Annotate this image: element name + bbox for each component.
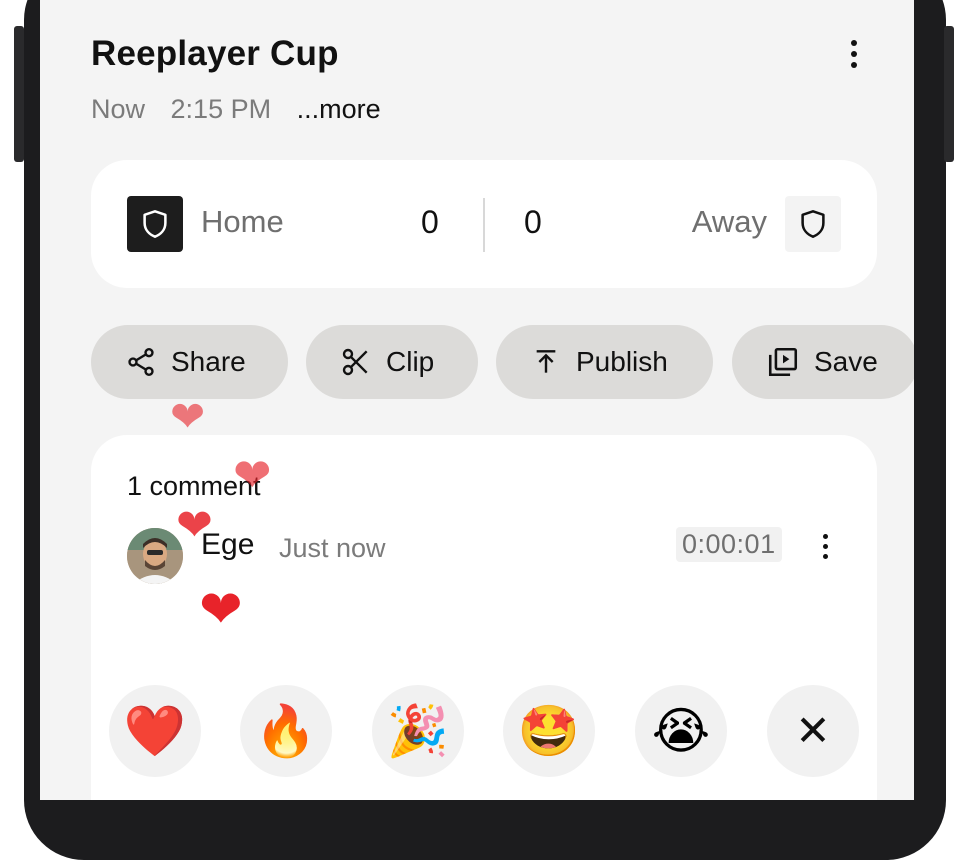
- score-divider: [483, 198, 485, 252]
- save-label: Save: [814, 346, 878, 377]
- clip-button[interactable]: Clip: [306, 325, 478, 399]
- meta-day: Now: [91, 94, 146, 124]
- away-team-name: Away: [691, 204, 767, 239]
- reaction-heart-button[interactable]: ❤️: [109, 685, 201, 777]
- away-team-logo: [785, 196, 841, 252]
- reaction-fire-button[interactable]: 🔥: [240, 685, 332, 777]
- scoreboard-card: Home 0 0 Away: [91, 160, 877, 288]
- home-team-logo: [127, 196, 183, 252]
- share-label: Share: [171, 346, 246, 377]
- reaction-party-button[interactable]: 🎉: [372, 685, 464, 777]
- power-button: [944, 26, 954, 162]
- avatar[interactable]: [127, 528, 183, 584]
- comment-video-timestamp[interactable]: 0:00:01: [676, 527, 782, 562]
- reaction-crying-button[interactable]: 😭: [635, 685, 727, 777]
- save-button[interactable]: Save: [732, 325, 914, 399]
- app-screen: Reeplayer Cup Now 2:15 PM ...more Home 0…: [40, 0, 914, 800]
- share-button[interactable]: Share: [91, 325, 288, 399]
- comment-count: 1 comment: [127, 471, 261, 501]
- video-library-icon: [768, 347, 798, 377]
- shield-icon: [143, 210, 167, 238]
- scissors-icon: [342, 348, 368, 376]
- comment-options-icon[interactable]: [811, 526, 839, 566]
- volume-button: [14, 26, 24, 162]
- event-meta: Now 2:15 PM ...more: [91, 94, 399, 125]
- away-score: 0: [524, 204, 542, 240]
- clip-label: Clip: [386, 346, 435, 377]
- publish-label: Publish: [576, 346, 668, 377]
- publish-button[interactable]: Publish: [496, 325, 713, 399]
- floating-heart: ❤: [170, 392, 206, 441]
- more-options-icon[interactable]: [840, 34, 868, 74]
- shield-icon: [801, 210, 825, 238]
- share-icon: [128, 348, 154, 376]
- reaction-star-struck-button[interactable]: 🤩: [503, 685, 595, 777]
- upload-icon: [536, 350, 556, 373]
- comment-time: Just now: [279, 533, 386, 563]
- more-link[interactable]: ...more: [297, 94, 381, 124]
- close-reactions-button[interactable]: ✕: [767, 685, 859, 777]
- meta-time: 2:15 PM: [170, 94, 272, 124]
- home-score: 0: [421, 204, 439, 240]
- comments-card: 1 comment Ege Just now 0:00:01: [91, 435, 877, 800]
- comment-author: Ege: [201, 528, 255, 561]
- avatar-photo: [127, 528, 183, 584]
- page-title: Reeplayer Cup: [91, 34, 339, 73]
- home-team-name: Home: [201, 204, 284, 239]
